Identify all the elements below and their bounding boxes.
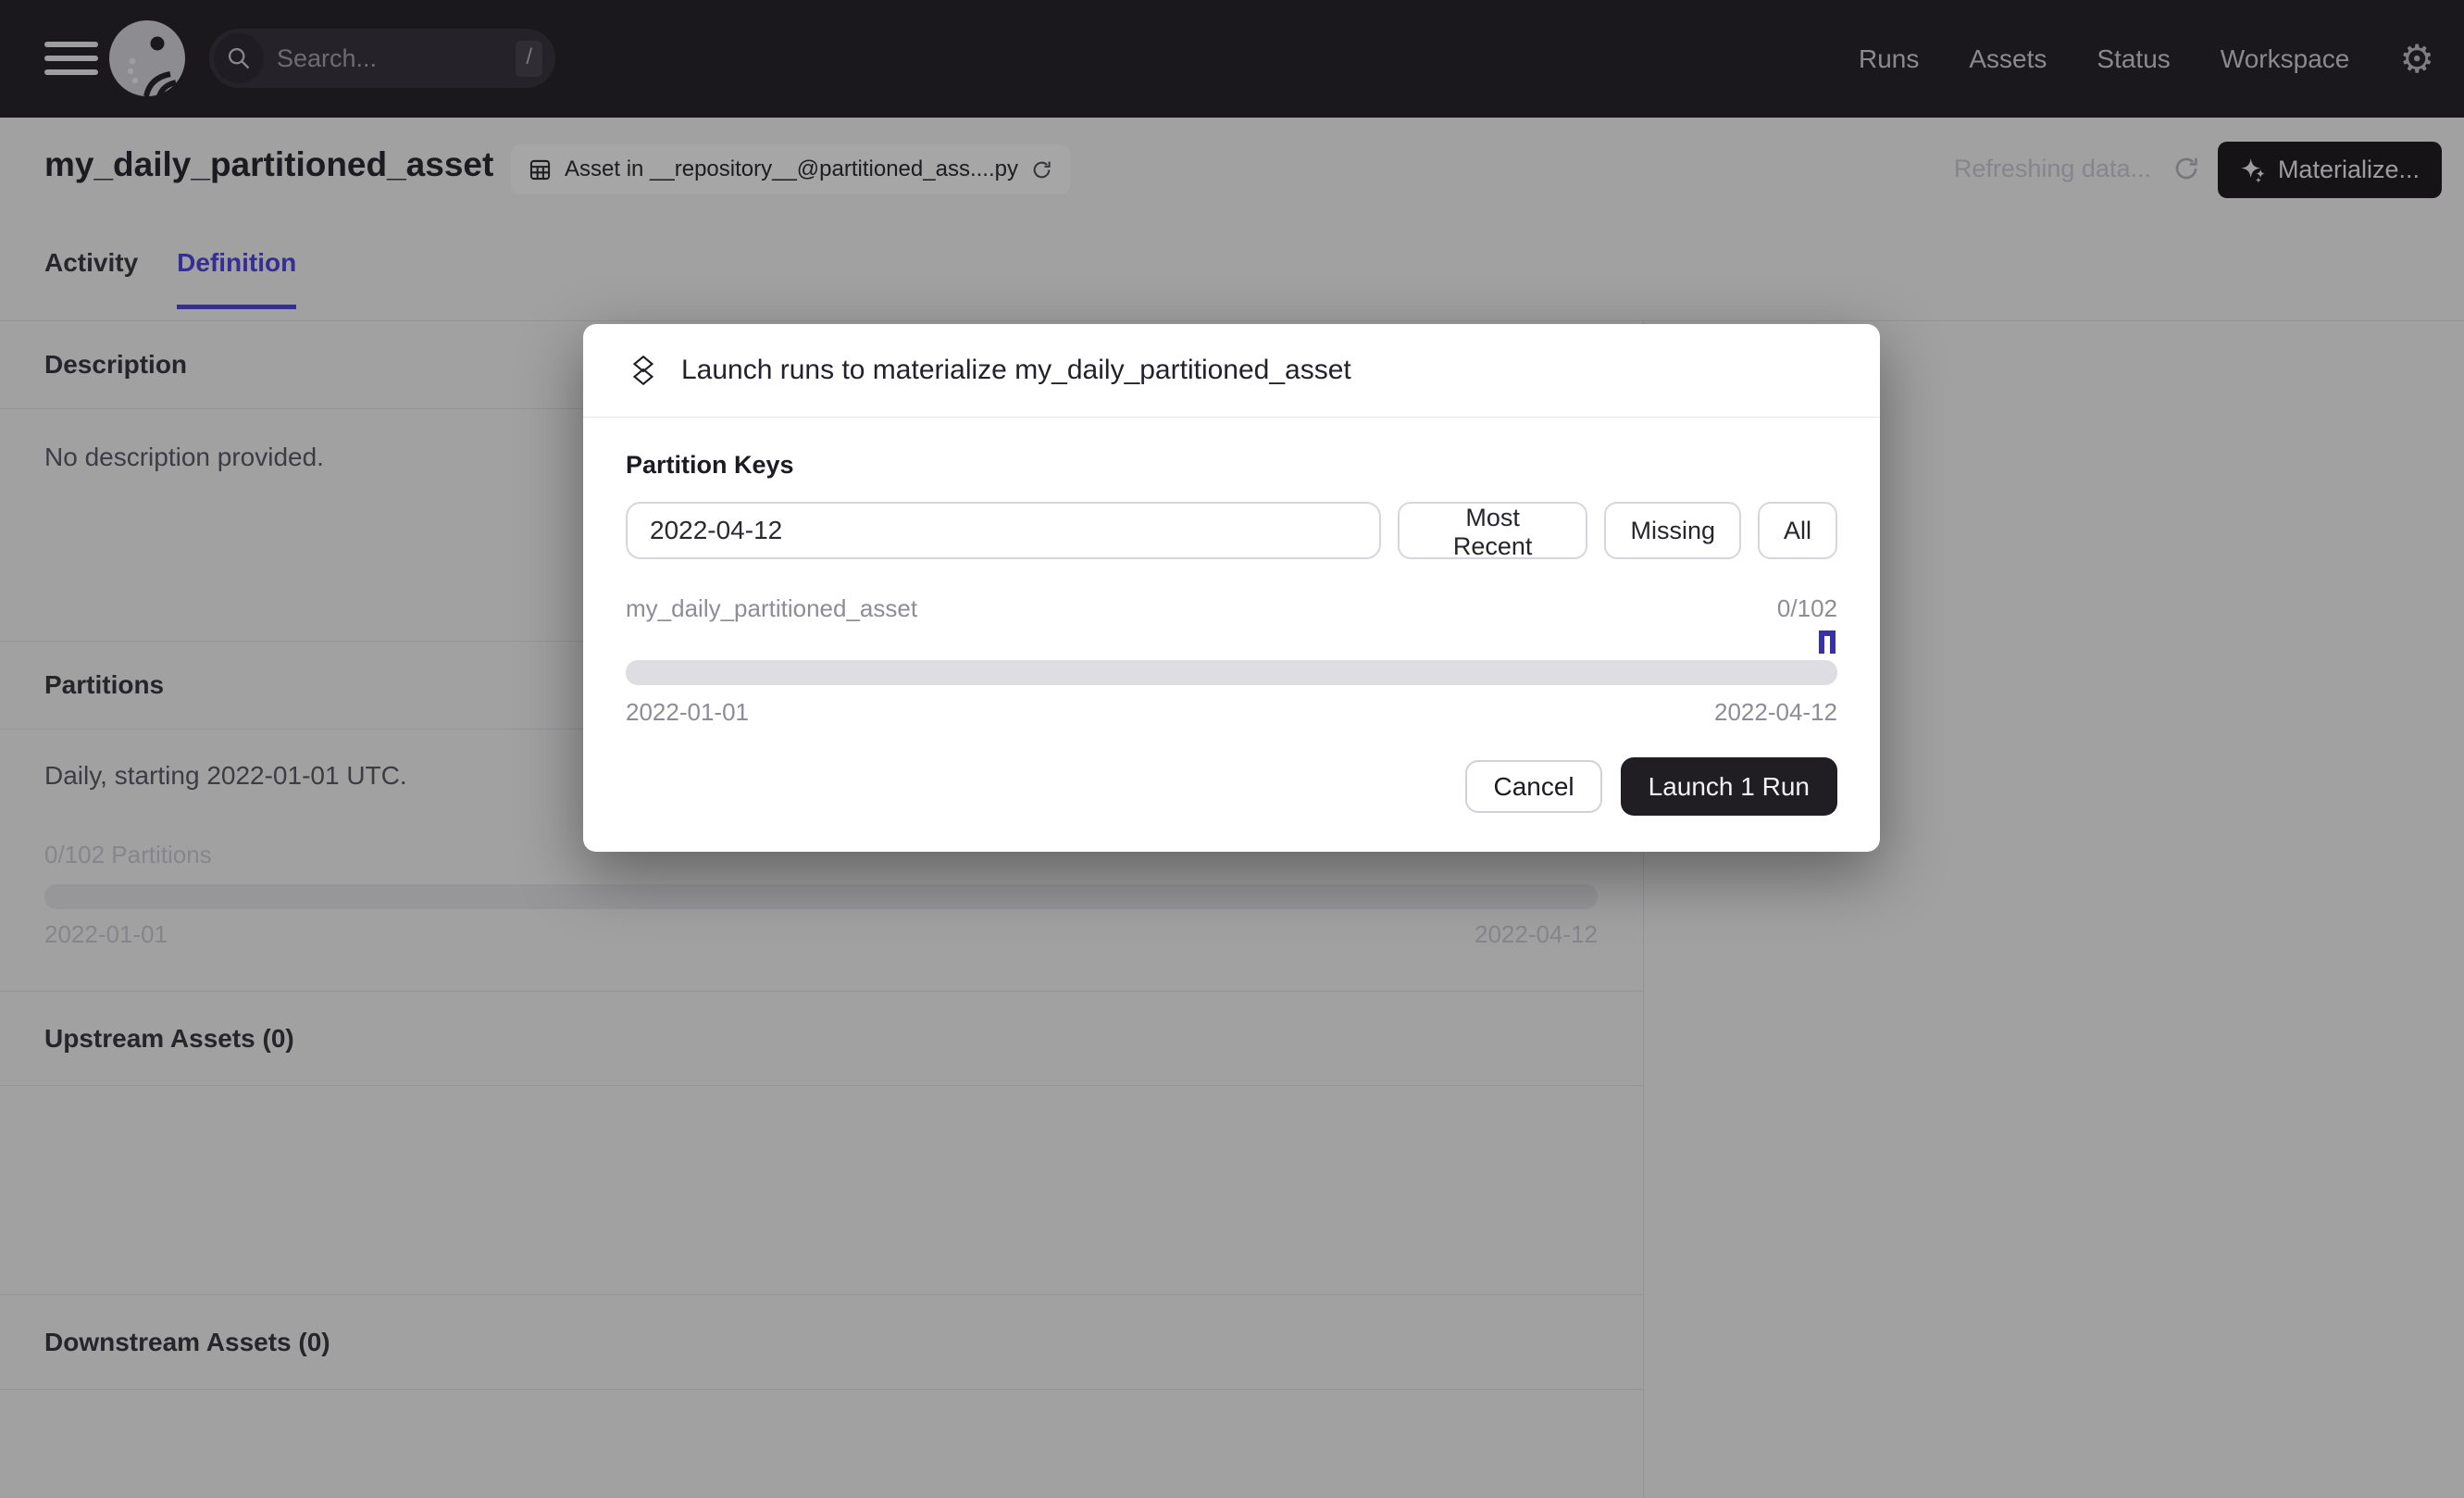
dialog-range-start: 2022-01-01 [626, 698, 749, 727]
selected-range-marker [1819, 630, 1836, 654]
most-recent-button[interactable]: Most Recent [1398, 502, 1588, 559]
launch-runs-dialog: Launch runs to materialize my_daily_part… [583, 324, 1880, 852]
dagster-asset-page: / Runs Assets Status Workspace ⚙ my_dail… [0, 0, 2464, 1498]
dialog-partition-count: 0/102 [1777, 594, 1837, 623]
partition-keys-input[interactable] [626, 502, 1381, 559]
missing-button[interactable]: Missing [1604, 502, 1741, 559]
dialog-partition-health-bar[interactable] [626, 660, 1837, 685]
launch-run-button[interactable]: Launch 1 Run [1621, 757, 1837, 816]
cancel-button[interactable]: Cancel [1465, 760, 1601, 813]
dialog-title: Launch runs to materialize my_daily_part… [681, 355, 1351, 386]
asset-layers-icon [626, 353, 661, 388]
partition-keys-label: Partition Keys [626, 451, 1837, 480]
all-button[interactable]: All [1758, 502, 1837, 559]
dialog-asset-name: my_daily_partitioned_asset [626, 594, 917, 623]
dialog-range-end: 2022-04-12 [1714, 698, 1837, 727]
